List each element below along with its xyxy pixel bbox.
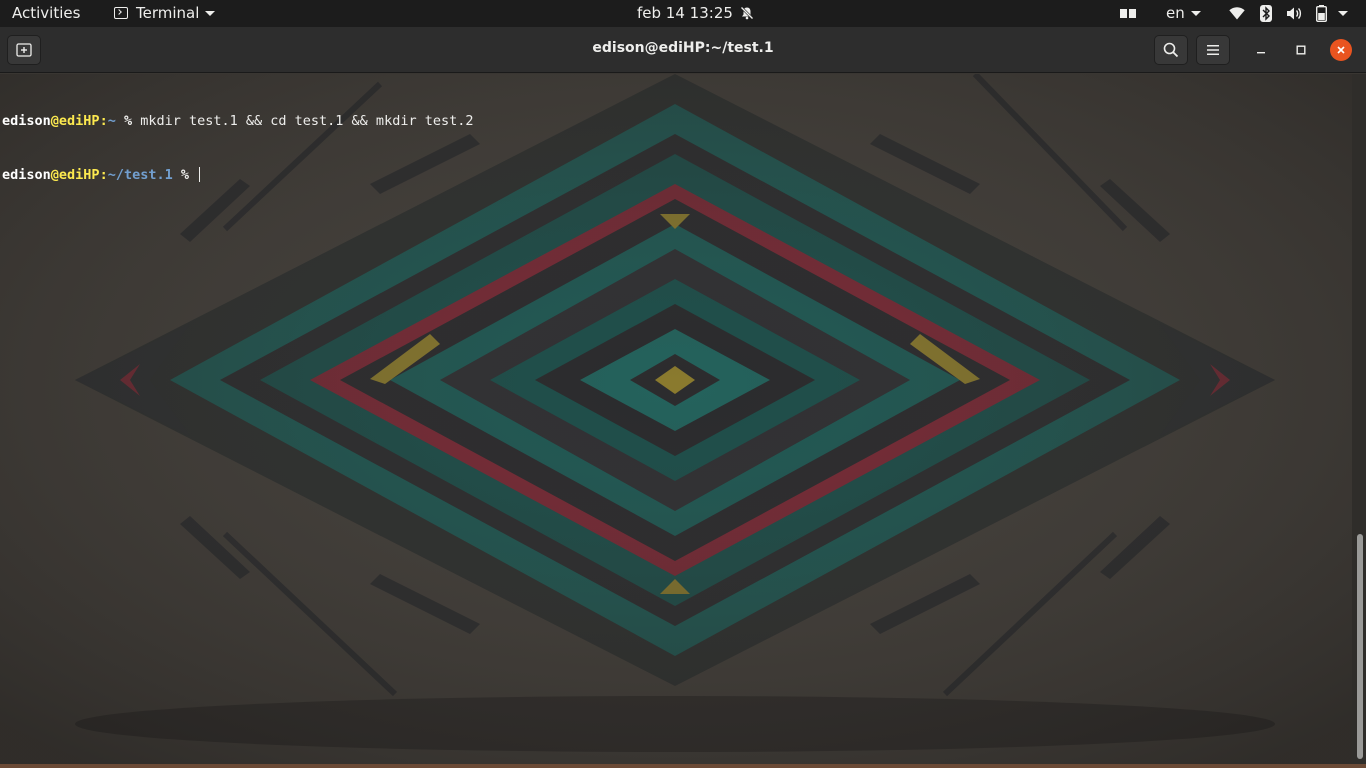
command-text: mkdir test.1 && cd test.1 && mkdir test.… — [140, 113, 474, 129]
text-cursor — [199, 167, 201, 182]
search-button[interactable] — [1154, 35, 1188, 65]
header-bar: edison@ediHP:~/test.1 — [0, 27, 1366, 73]
minimize-icon — [1257, 52, 1265, 54]
prompt-separator: : — [99, 113, 108, 129]
top-bar: Activities Terminal feb 14 13:25 en — [0, 0, 1366, 27]
language-label: en — [1166, 4, 1185, 22]
prompt-host: ediHP — [58, 113, 100, 129]
prompt-symbol: % — [172, 167, 198, 183]
bell-muted-icon — [740, 6, 754, 20]
prompt-at: @ — [50, 167, 59, 183]
menu-button[interactable] — [1196, 35, 1230, 65]
chevron-down-icon — [1190, 10, 1201, 16]
desktop-edge — [0, 764, 1366, 768]
hamburger-menu-icon — [1207, 45, 1219, 55]
chevron-down-icon[interactable] — [1338, 11, 1348, 16]
maximize-button[interactable] — [1290, 39, 1312, 61]
prompt-path: ~ — [107, 113, 116, 129]
keyboard-layout-icon[interactable] — [1120, 9, 1136, 18]
battery-icon[interactable] — [1316, 5, 1327, 22]
activities-button[interactable]: Activities — [12, 4, 80, 22]
prompt-at: @ — [50, 113, 59, 129]
clock-date: feb 14 — [637, 4, 685, 22]
app-menu[interactable]: Terminal — [114, 4, 216, 22]
prompt-user: edison — [2, 167, 51, 183]
close-icon — [1337, 46, 1345, 54]
prompt-host: ediHP — [58, 167, 100, 183]
bluetooth-icon[interactable] — [1260, 5, 1272, 22]
minimize-button[interactable] — [1250, 39, 1272, 61]
close-button[interactable] — [1330, 39, 1352, 61]
terminal-output: edison@ediHP:~ % mkdir test.1 && cd test… — [2, 76, 473, 220]
terminal-icon — [114, 7, 128, 19]
search-icon — [1163, 42, 1179, 58]
volume-icon[interactable] — [1286, 6, 1302, 21]
language-selector[interactable]: en — [1166, 4, 1201, 22]
wifi-icon[interactable] — [1229, 7, 1245, 20]
chevron-down-icon — [205, 10, 216, 16]
prompt-user: edison — [2, 113, 51, 129]
clock[interactable]: feb 14 13:25 — [637, 4, 733, 22]
maximize-icon — [1296, 45, 1306, 55]
prompt-symbol: % — [115, 113, 141, 129]
prompt-path: ~/test.1 — [107, 167, 173, 183]
clock-time: 13:25 — [689, 4, 733, 22]
app-menu-label: Terminal — [136, 4, 200, 22]
terminal-view[interactable]: edison@ediHP:~ % mkdir test.1 && cd test… — [0, 74, 1352, 764]
scrollbar[interactable] — [1352, 74, 1366, 764]
terminal-line: edison@ediHP:~ % mkdir test.1 && cd test… — [2, 112, 473, 130]
terminal-line: edison@ediHP:~/test.1 % — [2, 166, 473, 184]
scrollbar-thumb[interactable] — [1357, 534, 1363, 759]
prompt-separator: : — [99, 167, 108, 183]
